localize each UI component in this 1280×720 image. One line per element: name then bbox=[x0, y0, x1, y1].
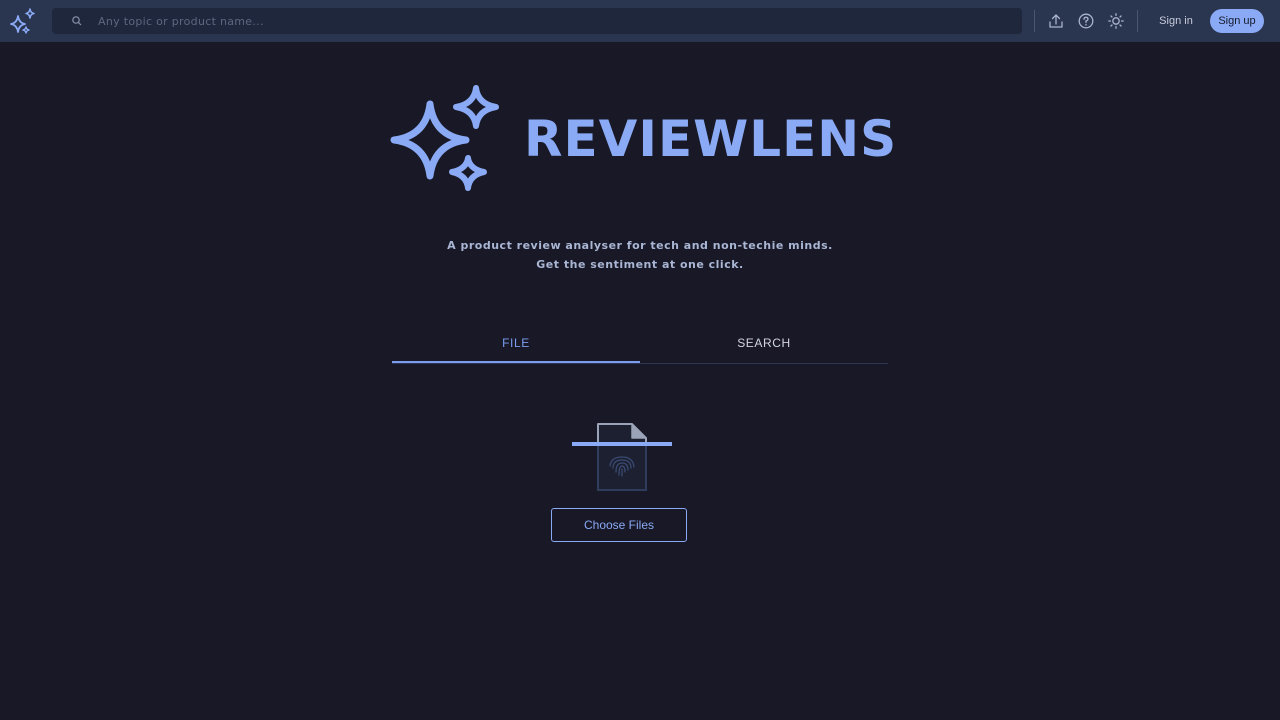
divider bbox=[1034, 10, 1035, 32]
source-tabs: FILE SEARCH bbox=[392, 322, 888, 364]
help-icon[interactable] bbox=[1077, 12, 1095, 30]
divider bbox=[1137, 10, 1138, 32]
brand-title: REVIEWLENS bbox=[524, 110, 898, 168]
choose-files-button[interactable]: Choose Files bbox=[551, 508, 687, 542]
search-icon bbox=[72, 16, 82, 26]
tab-search[interactable]: SEARCH bbox=[640, 322, 888, 363]
sign-up-button[interactable]: Sign up bbox=[1210, 9, 1264, 33]
search-bar bbox=[52, 8, 1022, 34]
tab-file[interactable]: FILE bbox=[392, 322, 640, 363]
tagline: A product review analyser for tech and n… bbox=[447, 239, 833, 271]
sparkles-logo-icon[interactable] bbox=[8, 6, 38, 36]
search-input[interactable] bbox=[98, 8, 998, 34]
upload-icon[interactable] bbox=[1047, 12, 1065, 30]
fingerprint-document-icon bbox=[572, 423, 672, 491]
sun-icon[interactable] bbox=[1107, 12, 1125, 30]
top-bar: Sign in Sign up bbox=[0, 0, 1280, 42]
sign-in-button[interactable]: Sign in bbox=[1150, 9, 1202, 33]
sparkles-logo-icon bbox=[390, 85, 499, 191]
active-tab-indicator bbox=[392, 361, 640, 363]
